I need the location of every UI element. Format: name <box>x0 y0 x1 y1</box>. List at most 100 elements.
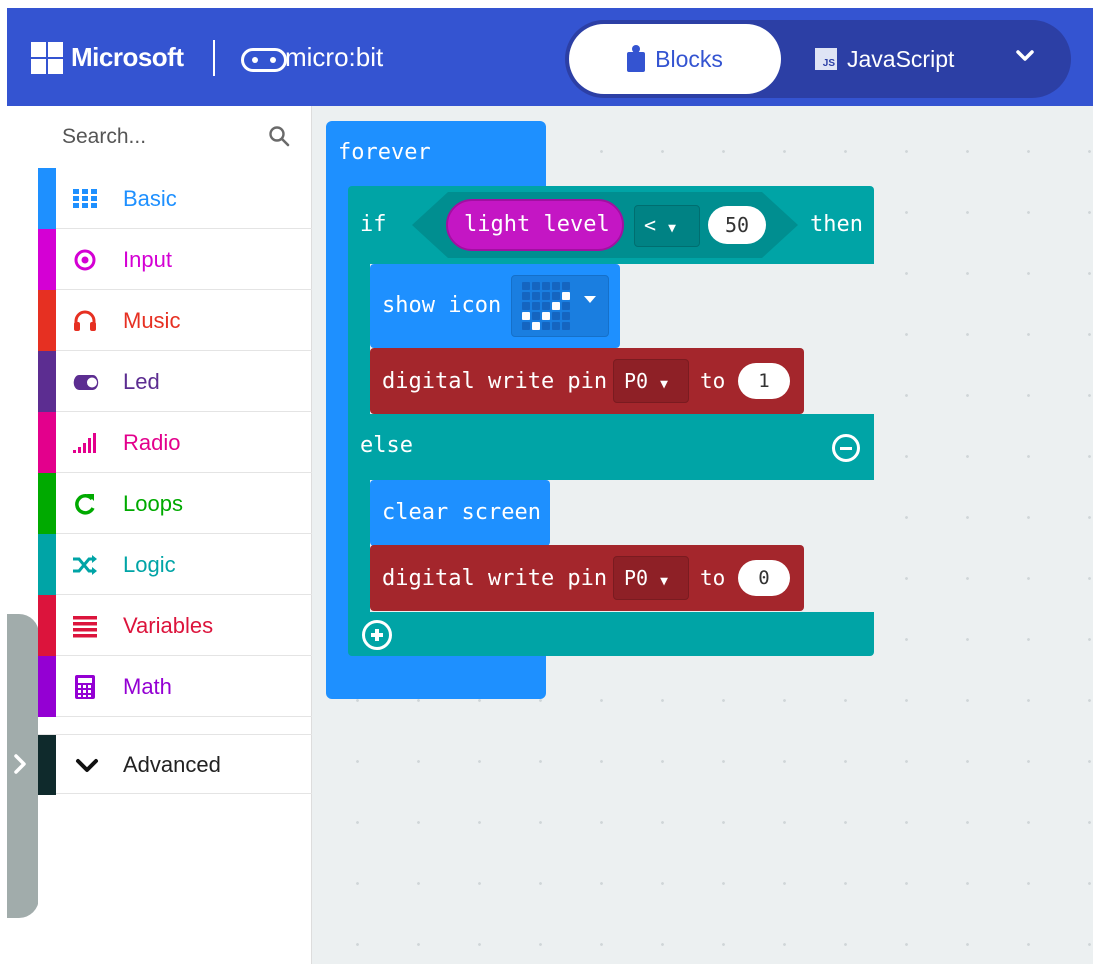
toolbox: Basic Input Music Led Radio <box>38 106 312 964</box>
add-else-if-icon[interactable] <box>362 620 392 650</box>
caret-down-icon: ▼ <box>660 574 668 589</box>
puzzle-icon <box>627 45 646 72</box>
led-pixel <box>542 302 550 310</box>
pin-label: P0 ▼ <box>624 566 668 590</box>
category-music[interactable]: Music <box>38 290 312 351</box>
led-pixel <box>552 292 560 300</box>
operator-label: < ▼ <box>644 213 676 237</box>
chevron-down-icon <box>1016 50 1034 61</box>
refresh-icon <box>75 494 95 515</box>
if-label: if <box>360 212 387 237</box>
category-label: Basic <box>123 186 177 211</box>
led-pixel <box>522 302 530 310</box>
led-pixel <box>562 302 570 310</box>
category-label: Math <box>123 674 172 699</box>
signal-bars-icon <box>73 433 96 453</box>
tab-blocks-label: Blocks <box>655 45 723 72</box>
category-color-bar <box>38 656 56 717</box>
search-icon[interactable] <box>267 124 291 148</box>
category-label: Logic <box>123 552 176 577</box>
pin-label: P0 ▼ <box>624 369 668 393</box>
category-label: Loops <box>123 491 183 516</box>
led-pixel <box>552 312 560 320</box>
microsoft-brand: Microsoft <box>71 42 184 72</box>
toggle-icon <box>73 375 99 390</box>
category-color-bar <box>38 351 56 412</box>
category-color-bar <box>38 534 56 595</box>
tab-javascript-label: JavaScript <box>847 45 955 72</box>
category-label: Led <box>123 369 160 394</box>
led-pixel <box>532 312 540 320</box>
category-logic[interactable]: Logic <box>38 534 312 595</box>
header-divider <box>213 40 215 76</box>
threshold-input[interactable]: 50 <box>708 206 766 244</box>
led-pixel <box>542 282 550 290</box>
led-icon-preview <box>522 282 570 330</box>
then-label: then <box>810 212 863 237</box>
led-pixel <box>552 322 560 330</box>
category-label: Music <box>123 308 181 333</box>
category-color-bar <box>38 735 56 795</box>
led-pixel <box>522 312 530 320</box>
javascript-icon: JS <box>815 48 837 70</box>
light-level-label: light level <box>464 212 610 237</box>
toolbox-collapse-handle[interactable] <box>7 614 39 918</box>
category-advanced[interactable]: Advanced <box>38 734 312 795</box>
led-pixel <box>522 292 530 300</box>
microsoft-logo-icon <box>31 42 63 74</box>
to-label: to <box>700 566 726 590</box>
microbit-logo-icon <box>241 48 287 72</box>
led-pixel <box>542 312 550 320</box>
digital-write-label: digital write pin <box>382 566 608 591</box>
pin-value-input[interactable]: 1 <box>738 363 790 399</box>
shuffle-icon <box>73 555 97 575</box>
headphones-icon <box>74 310 96 331</box>
category-color-bar <box>38 168 56 229</box>
show-icon-label: show icon <box>382 293 502 318</box>
pin-value-input[interactable]: 0 <box>738 560 790 596</box>
category-label: Advanced <box>123 752 221 777</box>
led-pixel <box>532 302 540 310</box>
target-icon <box>74 249 96 271</box>
led-pixel <box>562 322 570 330</box>
category-radio[interactable]: Radio <box>38 412 312 473</box>
category-basic[interactable]: Basic <box>38 168 312 229</box>
category-color-bar <box>38 229 56 290</box>
lines-icon <box>73 616 97 638</box>
led-pixel <box>542 292 550 300</box>
remove-else-icon[interactable] <box>832 434 860 462</box>
microbit-brand: micro:bit <box>285 42 384 72</box>
caret-down-icon: ▼ <box>668 221 676 236</box>
led-pixel <box>562 292 570 300</box>
tab-blocks[interactable]: Blocks <box>569 24 781 94</box>
led-pixel <box>562 282 570 290</box>
else-label: else <box>360 433 413 458</box>
caret-down-icon <box>584 296 596 303</box>
chevron-down-icon <box>76 759 98 772</box>
digital-write-label: digital write pin <box>382 369 608 394</box>
search-input[interactable] <box>62 122 262 152</box>
led-pixel <box>532 292 540 300</box>
tab-javascript[interactable]: JS JavaScript <box>815 24 954 94</box>
top-header: Microsoft micro:bit Blocks JS JavaScript <box>7 8 1093 106</box>
chevron-right-icon <box>14 754 26 774</box>
category-label: Radio <box>123 430 181 455</box>
category-loops[interactable]: Loops <box>38 473 312 534</box>
led-pixel <box>562 312 570 320</box>
category-math[interactable]: Math <box>38 656 312 717</box>
led-pixel <box>522 282 530 290</box>
category-variables[interactable]: Variables <box>38 595 312 656</box>
category-color-bar <box>38 595 56 656</box>
led-pixel <box>542 322 550 330</box>
category-color-bar <box>38 412 56 473</box>
led-pixel <box>552 302 560 310</box>
language-dropdown-button[interactable] <box>1005 44 1045 74</box>
category-label: Variables <box>123 613 214 638</box>
led-pixel <box>522 322 530 330</box>
category-led[interactable]: Led <box>38 351 312 412</box>
category-input[interactable]: Input <box>38 229 312 290</box>
editor-toggle: Blocks JS JavaScript <box>565 20 1071 98</box>
led-pixel <box>532 322 540 330</box>
category-label: Input <box>123 247 172 272</box>
category-color-bar <box>38 290 56 351</box>
